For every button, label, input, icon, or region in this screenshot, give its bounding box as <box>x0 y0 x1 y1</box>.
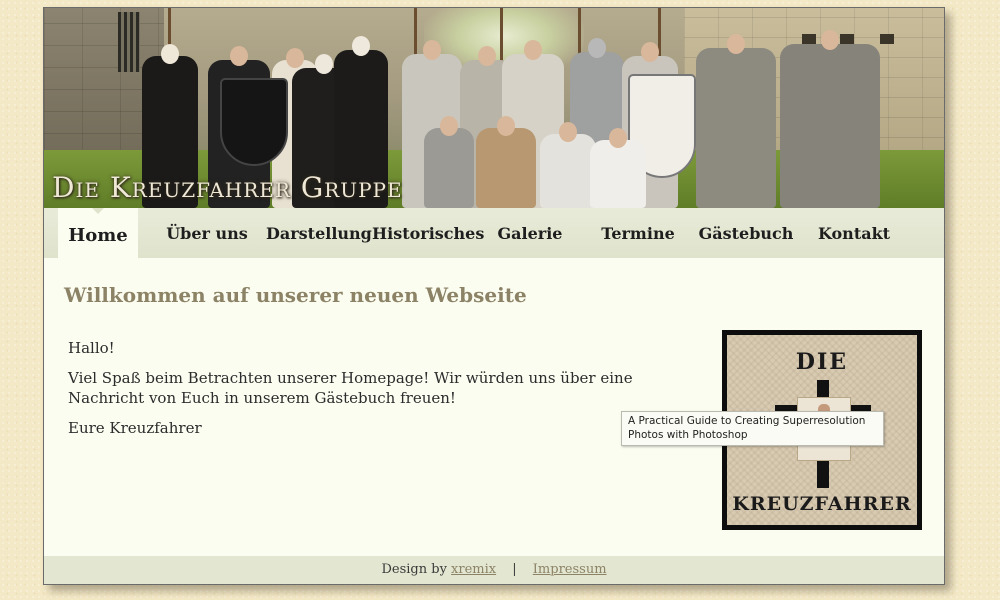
nav-item-home[interactable]: Home <box>58 208 138 258</box>
figure <box>476 116 536 208</box>
impressum-link[interactable]: Impressum <box>533 562 607 577</box>
tooltip: A Practical Guide to Creating Superresol… <box>621 411 884 446</box>
nav-item-gaestebuch[interactable]: Gästebuch <box>698 208 794 258</box>
site-title: Die Kreuzfahrer Gruppe <box>52 171 403 204</box>
figure <box>780 30 880 208</box>
figure <box>424 116 474 208</box>
footer: Design by xremix | Impressum <box>44 556 944 584</box>
castle-window <box>118 12 140 72</box>
footer-separator: | <box>512 562 517 577</box>
nav-item-darstellung[interactable]: Darstellung <box>266 208 372 258</box>
nav-item-termine[interactable]: Termine <box>594 208 682 258</box>
nav-item-historisches[interactable]: Historisches <box>372 208 484 258</box>
page-title: Willkommen auf unserer neuen Webseite <box>64 283 527 307</box>
logo-text-bottom: KREUZFAHRER <box>732 493 912 515</box>
shield-icon <box>220 78 288 166</box>
page-container: Die Kreuzfahrer Gruppe Home Über uns Dar… <box>43 7 945 585</box>
nav-item-kontakt[interactable]: Kontakt <box>810 208 898 258</box>
welcome-text: Viel Spaß beim Betrachten unserer Homepa… <box>68 369 633 407</box>
figure <box>590 128 646 208</box>
header-banner: Die Kreuzfahrer Gruppe <box>44 8 944 208</box>
main-content: Hallo! Viel Spaß beim Betrachten unserer… <box>68 338 708 448</box>
signature-text: Eure Kreuzfahrer <box>68 419 202 437</box>
figure <box>540 122 596 208</box>
greeting-text: Hallo! <box>68 339 115 357</box>
nav-item-ueber-uns[interactable]: Über uns <box>162 208 252 258</box>
figure <box>696 34 776 208</box>
logo-text-top: DIE <box>795 349 849 375</box>
designer-link[interactable]: xremix <box>451 562 496 577</box>
main-navigation: Home Über uns Darstellung Historisches G… <box>44 208 944 258</box>
footer-design-label: Design by <box>381 562 452 577</box>
nav-item-galerie[interactable]: Galerie <box>488 208 572 258</box>
